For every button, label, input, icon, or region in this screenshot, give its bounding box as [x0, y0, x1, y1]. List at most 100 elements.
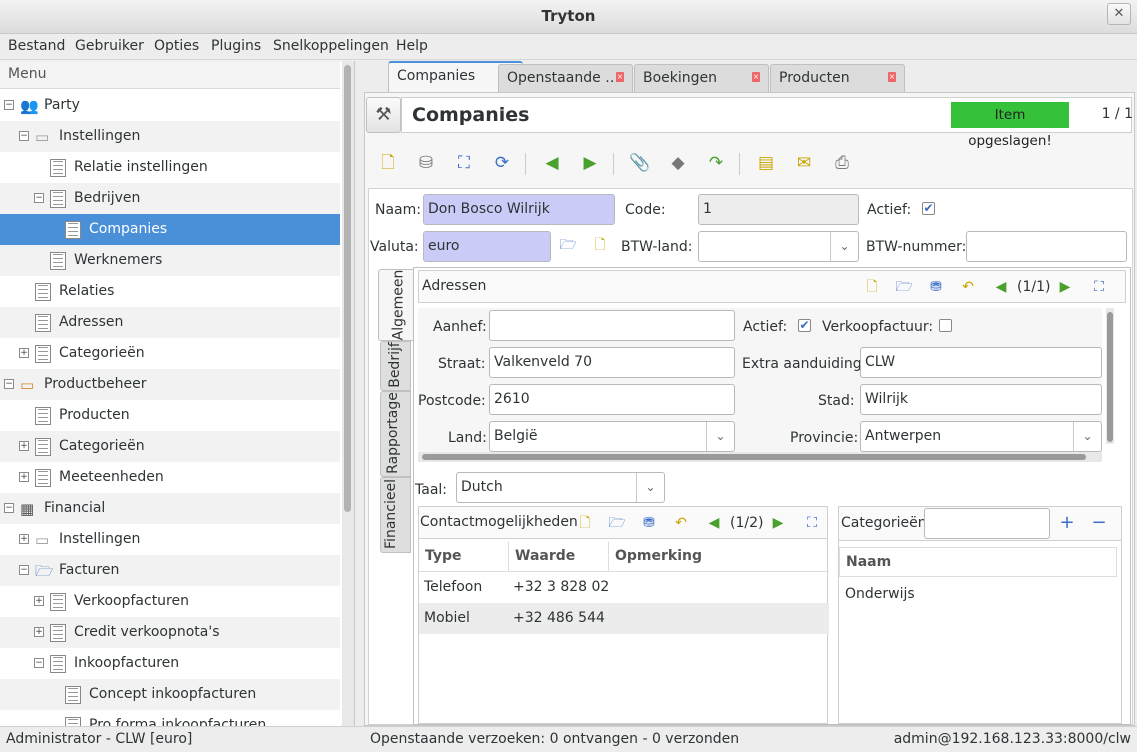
collapse-icon[interactable]: − — [19, 131, 29, 141]
open-folder-icon[interactable]: 🗁 — [559, 237, 577, 253]
sidebar-item[interactable]: − 🗁 Facturen — [0, 555, 340, 586]
tab-openstaande[interactable]: Openstaande … × — [498, 64, 633, 92]
aanhef-field[interactable] — [489, 310, 735, 341]
sidebar-item[interactable]: Adressen — [0, 307, 340, 338]
column-naam[interactable]: Naam — [840, 548, 1110, 577]
collapse-icon[interactable]: − — [34, 193, 44, 203]
vtab-bedrijf[interactable]: Bedrijf — [380, 341, 411, 391]
collapse-icon[interactable]: − — [34, 658, 44, 668]
column-type[interactable]: Type — [419, 542, 509, 571]
collapse-icon[interactable]: − — [4, 379, 14, 389]
sidebar-item[interactable]: Relatie instellingen — [0, 152, 340, 183]
reload-icon[interactable]: ⟳ — [489, 151, 515, 177]
sidebar-item[interactable]: − ▭ Productbeheer — [0, 369, 340, 400]
actief-checkbox[interactable]: ✔ — [922, 202, 935, 215]
vtab-rapportage[interactable]: Rapportage — [380, 391, 411, 477]
new-contact-icon[interactable]: 🗋 — [576, 515, 594, 531]
close-tab-icon[interactable]: × — [888, 72, 896, 82]
sidebar-item[interactable]: − 👥 Party — [0, 90, 340, 121]
btw-land-select[interactable]: ⌄ — [698, 231, 859, 262]
address-vscrollbar-thumb[interactable] — [1107, 312, 1113, 442]
categories-search-input[interactable] — [924, 508, 1050, 539]
new-record-icon[interactable]: 🗋 — [375, 151, 401, 177]
open-folder-icon[interactable]: 🗁 — [895, 279, 913, 295]
expand-icon[interactable]: + — [19, 472, 29, 482]
menu-scrollbar-thumb[interactable] — [344, 65, 351, 512]
previous-icon[interactable]: ◀ — [705, 515, 723, 531]
menu-bestand[interactable]: Bestand — [8, 38, 65, 54]
table-row[interactable]: Mobiel +32 486 544 — [419, 603, 829, 634]
new-address-icon[interactable]: 🗋 — [863, 279, 881, 295]
collapse-icon[interactable]: − — [4, 503, 14, 513]
menu-opties[interactable]: Opties — [154, 38, 199, 54]
wrench-icon[interactable]: ⚒ — [366, 97, 401, 133]
straat-field[interactable]: Valkenveld 70 — [489, 347, 735, 378]
table-row[interactable]: Telefoon +32 3 828 02 — [419, 572, 829, 603]
tab-producten[interactable]: Producten × — [770, 64, 905, 92]
report-icon[interactable]: ▤ — [753, 151, 779, 177]
switch-view-icon[interactable]: ⛶ — [451, 151, 477, 177]
add-icon[interactable]: + — [1058, 514, 1076, 532]
new-record-icon[interactable]: 🗋 — [591, 237, 609, 253]
chevron-down-icon[interactable]: ⌄ — [706, 422, 734, 451]
undo-icon[interactable]: ↶ — [959, 279, 977, 295]
switch-view-icon[interactable]: ⛶ — [1090, 279, 1108, 295]
address-vscrollbar[interactable] — [1106, 308, 1114, 444]
collapse-icon[interactable]: − — [19, 565, 29, 575]
postcode-field[interactable]: 2610 — [489, 384, 735, 415]
collapse-icon[interactable]: − — [4, 100, 14, 110]
action-icon[interactable]: ◆ — [665, 151, 691, 177]
land-select[interactable]: België ⌄ — [489, 421, 735, 452]
sidebar-item[interactable]: + Categorieën — [0, 431, 340, 462]
verkoopfactuur-checkbox[interactable] — [939, 319, 952, 332]
email-icon[interactable]: ✉ — [791, 151, 817, 177]
chevron-down-icon[interactable]: ⌄ — [636, 473, 664, 502]
expand-icon[interactable]: + — [19, 534, 29, 544]
delete-icon[interactable]: ⛃ — [927, 279, 945, 295]
address-actief-checkbox[interactable]: ✔ — [798, 319, 811, 332]
sidebar-item[interactable]: Concept inkoopfacturen — [0, 679, 340, 710]
menu-gebruiker[interactable]: Gebruiker — [75, 38, 144, 54]
sidebar-item[interactable]: Companies — [0, 214, 340, 245]
previous-record-icon[interactable]: ◀ — [539, 151, 565, 177]
extra-field[interactable]: CLW — [860, 347, 1102, 378]
undo-icon[interactable]: ↶ — [672, 515, 690, 531]
column-waarde[interactable]: Waarde — [509, 542, 609, 571]
delete-icon[interactable]: ⛃ — [640, 515, 658, 531]
menu-scrollbar[interactable] — [342, 61, 354, 726]
sidebar-item[interactable]: Werknemers — [0, 245, 340, 276]
naam-field[interactable]: Don Bosco Wilrijk — [423, 194, 615, 225]
table-row[interactable]: Onderwijs — [839, 579, 1117, 610]
sidebar-item[interactable]: − Inkoopfacturen — [0, 648, 340, 679]
sidebar-item[interactable]: Producten — [0, 400, 340, 431]
expand-icon[interactable]: + — [19, 441, 29, 451]
save-icon[interactable]: ⛁ — [413, 151, 439, 177]
open-folder-icon[interactable]: 🗁 — [608, 515, 626, 531]
provincie-select[interactable]: Antwerpen ⌄ — [860, 421, 1102, 452]
sidebar-item[interactable]: + Credit verkoopnota's — [0, 617, 340, 648]
sidebar-item[interactable]: − ▦ Financial — [0, 493, 340, 524]
taal-select[interactable]: Dutch ⌄ — [456, 472, 665, 503]
print-icon[interactable]: ⎙ — [829, 151, 855, 177]
address-hscrollbar[interactable] — [418, 452, 1102, 462]
address-hscrollbar-thumb[interactable] — [422, 454, 1086, 460]
sidebar-item[interactable]: + ▭ Instellingen — [0, 524, 340, 555]
menu-snelkoppelingen[interactable]: Snelkoppelingen — [273, 38, 389, 54]
window-close-icon[interactable]: ✕ — [1107, 3, 1131, 25]
close-tab-icon[interactable]: × — [752, 72, 760, 82]
remove-icon[interactable]: − — [1090, 514, 1108, 532]
expand-icon[interactable]: + — [19, 348, 29, 358]
sidebar-item[interactable]: Relaties — [0, 276, 340, 307]
vtab-financieel[interactable]: Financieel — [380, 477, 411, 553]
stad-field[interactable]: Wilrijk — [860, 384, 1102, 415]
sidebar-item[interactable]: + Verkoopfacturen — [0, 586, 340, 617]
btw-nummer-field[interactable] — [966, 231, 1127, 262]
menu-plugins[interactable]: Plugins — [211, 38, 261, 54]
next-icon[interactable]: ▶ — [1056, 279, 1074, 295]
valuta-field[interactable]: euro — [423, 231, 551, 262]
menu-help[interactable]: Help — [396, 38, 428, 54]
next-record-icon[interactable]: ▶ — [577, 151, 603, 177]
vtab-algemeen[interactable]: Algemeen — [378, 269, 414, 341]
column-opmerking[interactable]: Opmerking — [609, 542, 829, 571]
chevron-down-icon[interactable]: ⌄ — [1073, 422, 1101, 451]
